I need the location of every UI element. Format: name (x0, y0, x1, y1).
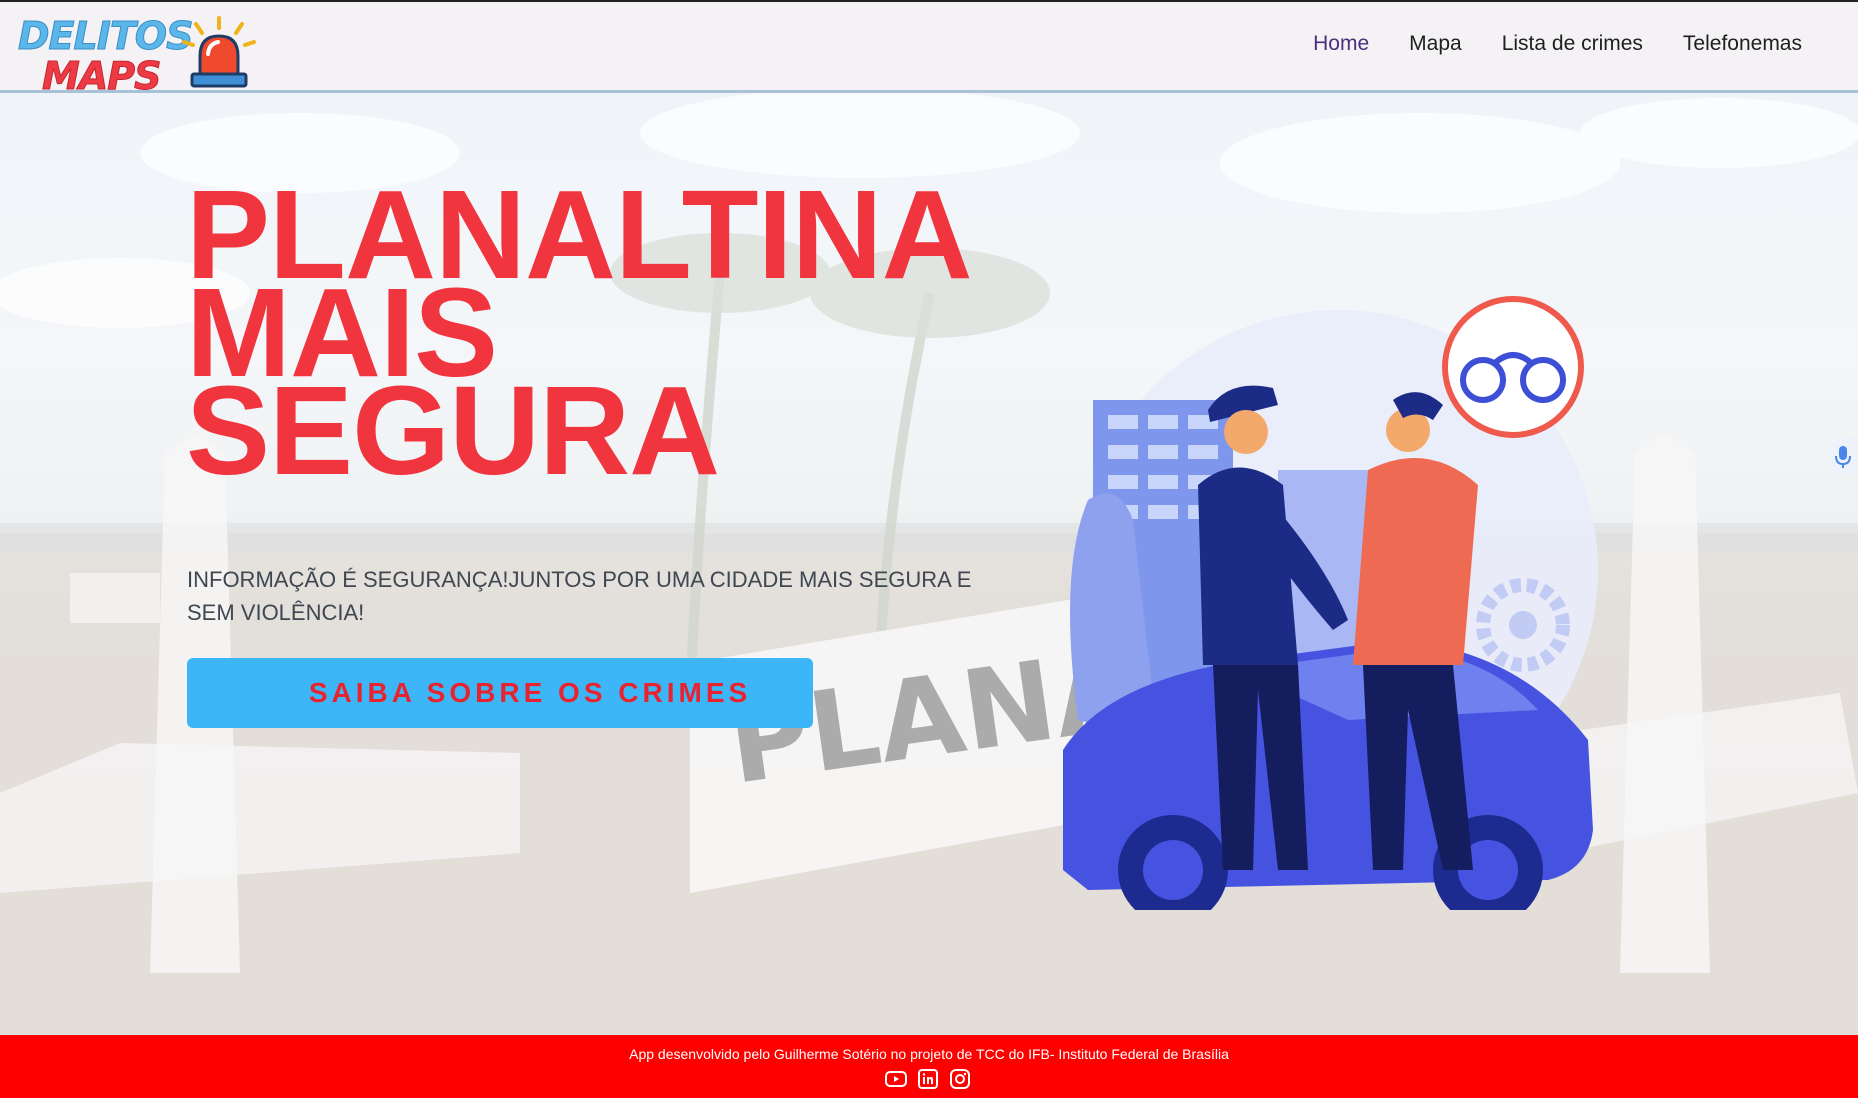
nav-mapa-link[interactable]: Mapa (1409, 32, 1462, 56)
hero-title-line-3: SEGURA (186, 360, 720, 501)
nav-telefonemas-link[interactable]: Telefonemas (1683, 32, 1802, 56)
hero-title: PLANALTINA MAIS SEGURA (186, 172, 1086, 501)
main-nav: Home Mapa Lista de crimes Telefonemas (1313, 32, 1802, 56)
nav-home-link[interactable]: Home (1313, 32, 1369, 56)
hero-section: PLANALT PLANALTINA MAIS SEGURA INFORMAÇÃ… (0, 93, 1858, 1035)
siren-icon (182, 16, 256, 88)
linkedin-icon[interactable] (916, 1067, 940, 1091)
logo-word-delitos: DELITOS (17, 14, 193, 59)
nav-lista-de-crimes-link[interactable]: Lista de crimes (1502, 32, 1643, 56)
social-links (884, 1067, 972, 1091)
instagram-icon[interactable] (948, 1067, 972, 1091)
saiba-sobre-os-crimes-button[interactable]: SAIBA SOBRE OS CRIMES (187, 658, 813, 728)
hero-subtitle: INFORMAÇÃO É SEGURANÇA!JUNTOS POR UMA CI… (187, 567, 972, 625)
footer-credits: App desenvolvido pelo Guilherme Sotério … (629, 1046, 1229, 1062)
logo-word-maps: MAPS (41, 54, 161, 99)
site-footer: App desenvolvido pelo Guilherme Sotério … (0, 1035, 1858, 1098)
voice-assistant-button[interactable] (1828, 438, 1858, 474)
microphone-icon (1835, 446, 1851, 468)
delitos-maps-logo[interactable]: DELITOS MAPS (17, 14, 258, 99)
police-arrest-illustration (1063, 296, 1598, 910)
youtube-icon[interactable] (884, 1067, 908, 1091)
cta-label: SAIBA SOBRE OS CRIMES (308, 677, 752, 708)
site-header: DELITOS MAPS Home Mapa Lista de crimes T… (0, 0, 1858, 99)
